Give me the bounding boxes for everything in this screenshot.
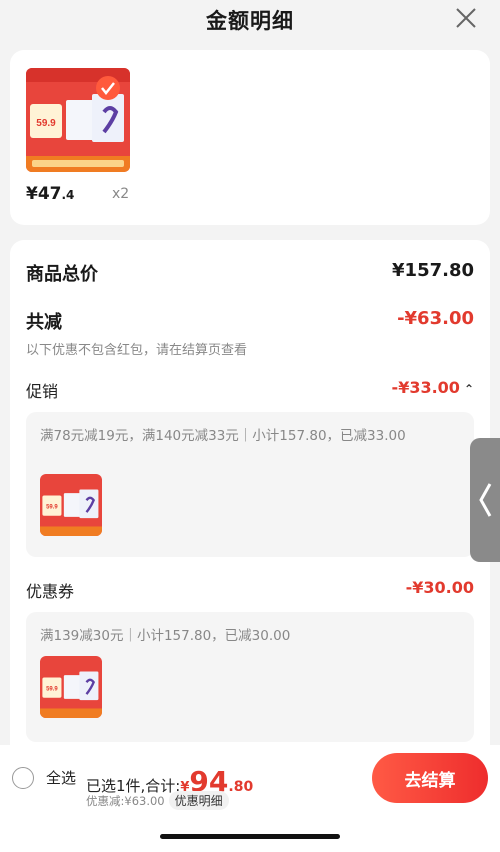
- coupon-value: -¥30.00: [405, 578, 474, 597]
- product-quantity: x2: [112, 186, 130, 202]
- promotion-detail-box: 满78元减19元，满140元减33元｜小计157.80，已减33.00 59.9: [26, 412, 474, 557]
- discount-note: 以下优惠不包含红包，请在结算页查看: [26, 343, 248, 358]
- price-main: ¥47: [26, 184, 62, 204]
- price-decimal: .4: [61, 188, 75, 202]
- checkout-footer: 全选 已选1件,合计:¥94.80 优惠减:¥63.00 优惠明细 去结算: [0, 745, 500, 852]
- total-label: 商品总价: [26, 264, 98, 285]
- promotion-row[interactable]: 促销 -¥33.00 ⌃: [26, 378, 474, 402]
- promotion-value: -¥33.00 ⌃: [391, 378, 474, 397]
- coupon-product-image[interactable]: 59.9: [40, 656, 102, 718]
- svg-text:59.9: 59.9: [36, 118, 56, 129]
- close-icon[interactable]: [452, 4, 480, 32]
- promotion-label: 促销: [26, 382, 59, 401]
- promotion-detail-text: 满78元减19元，满140元减33元｜小计157.80，已减33.00: [40, 428, 406, 444]
- product-card: 59.9 ¥47.4 x2: [10, 50, 490, 225]
- chevron-left-icon: [479, 483, 492, 517]
- coupon-detail-text: 满139减30元｜小计157.80，已减30.00: [40, 628, 291, 644]
- discount-detail-button[interactable]: 优惠明细: [168, 791, 229, 810]
- home-indicator: [160, 834, 340, 839]
- svg-text:59.9: 59.9: [46, 687, 58, 693]
- checkout-button[interactable]: 去结算: [372, 753, 488, 803]
- product-image[interactable]: 59.9: [26, 68, 130, 172]
- reduce-label: 共减: [26, 312, 62, 333]
- svg-text:59.9: 59.9: [46, 505, 58, 511]
- discount-text: 优惠减:¥63.00: [86, 794, 165, 808]
- price-detail-card: 商品总价 ¥157.80 共减 -¥63.00 以下优惠不包含红包，请在结算页查…: [10, 240, 490, 760]
- total-value: ¥157.80: [392, 260, 474, 281]
- discount-line: 优惠减:¥63.00 优惠明细: [86, 791, 229, 810]
- reduce-value: -¥63.00: [397, 308, 474, 329]
- reduce-row: 共减 -¥63.00: [26, 308, 474, 334]
- page-title: 金额明细: [206, 9, 294, 33]
- total-row: 商品总价 ¥157.80: [26, 260, 474, 286]
- coupon-row[interactable]: 优惠券 -¥30.00: [26, 578, 474, 602]
- product-price: ¥47.4: [26, 184, 74, 204]
- coupon-detail-box: 满139减30元｜小计157.80，已减30.00 59.9: [26, 612, 474, 742]
- select-all-radio[interactable]: [12, 767, 34, 789]
- promotion-product-image[interactable]: 59.9: [40, 474, 102, 536]
- chevron-up-icon: ⌃: [463, 382, 474, 396]
- coupon-label: 优惠券: [26, 582, 75, 601]
- side-collapse-tab[interactable]: [470, 438, 500, 562]
- header: 金额明细: [0, 0, 500, 40]
- select-all-label[interactable]: 全选: [46, 767, 76, 788]
